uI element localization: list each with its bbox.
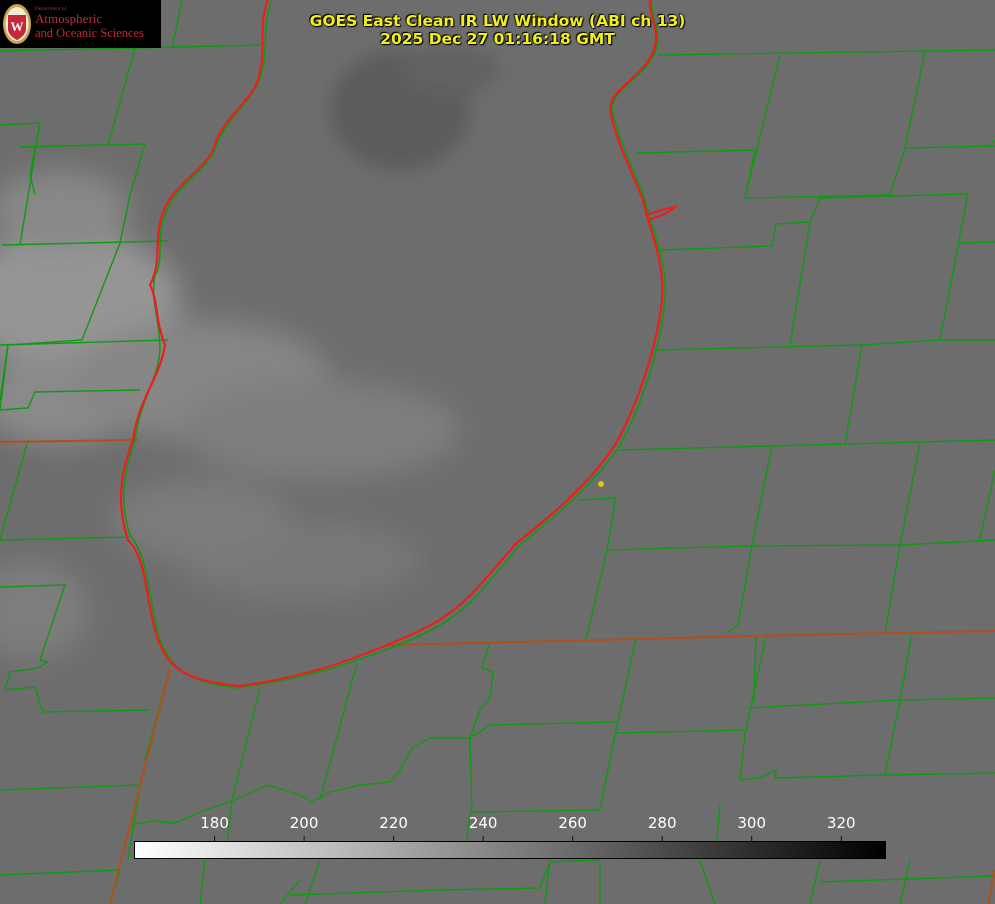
uw-seal-icon: W xyxy=(3,4,31,44)
colorbar-tick-label: 240 xyxy=(468,814,498,832)
colorbar xyxy=(134,841,886,859)
ir-background xyxy=(0,0,995,904)
colorbar-tick-label: 200 xyxy=(289,814,319,832)
location-marker xyxy=(598,481,604,487)
svg-text:W: W xyxy=(11,19,24,34)
timestamp: 2025 Dec 27 01:16:18 GMT xyxy=(380,30,615,48)
satellite-image xyxy=(0,0,995,904)
colorbar-tick-label: 220 xyxy=(379,814,408,832)
colorbar-tick-label: 320 xyxy=(826,814,856,832)
colorbar-tick-label: 280 xyxy=(647,814,677,832)
colorbar-tick-label: 180 xyxy=(200,814,229,832)
colorbar-tick-label: 300 xyxy=(737,814,767,832)
product-title: GOES East Clean IR LW Window (ABI ch 13) xyxy=(309,12,686,30)
uw-aos-logo: W Department of Atmospheric and Oceanic … xyxy=(0,0,161,48)
logo-line-1: Atmospheric xyxy=(35,11,103,26)
colorbar-tick-label: 260 xyxy=(558,814,587,832)
map-viewer: W Department of Atmospheric and Oceanic … xyxy=(0,0,995,904)
logo-line-2: and Oceanic Sciences xyxy=(35,26,144,40)
colorbar-tick-labels: 180 200 220 240 260 280 300 320 xyxy=(0,814,995,834)
